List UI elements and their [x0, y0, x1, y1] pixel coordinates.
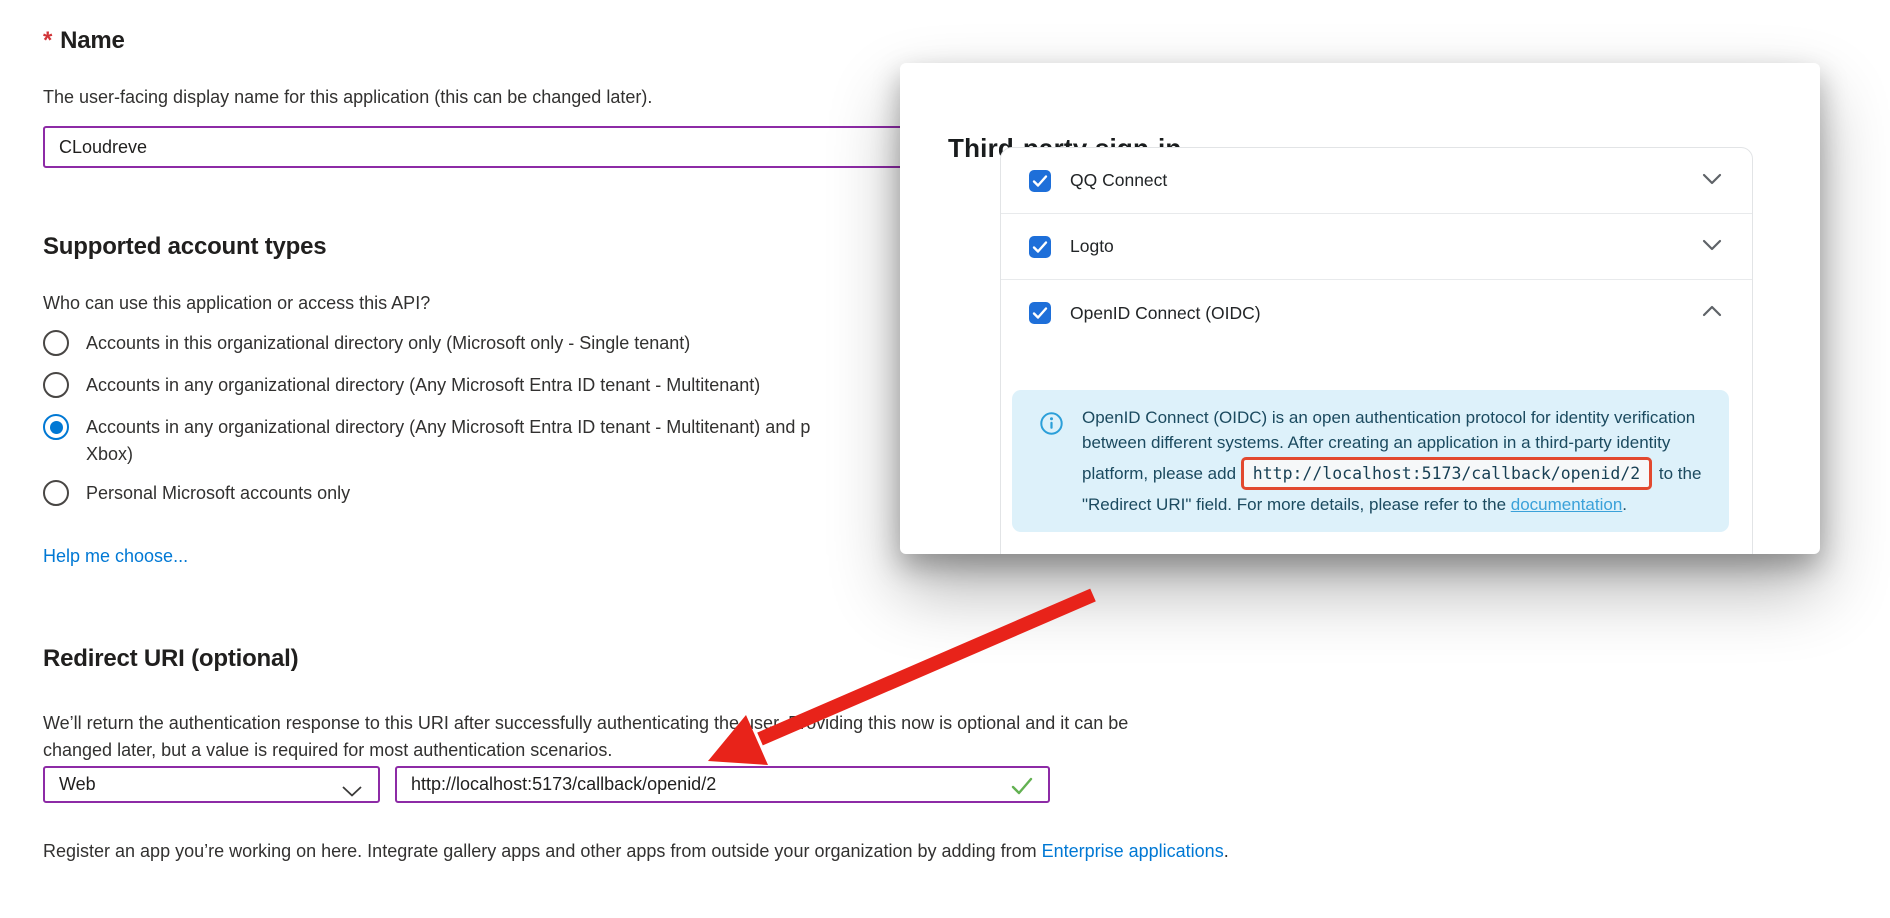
radio-label-line2: Xbox)	[86, 441, 810, 468]
redirect-uri-heading: Redirect URI (optional)	[43, 645, 298, 673]
oidc-info-callout: OpenID Connect (OIDC) is an open authent…	[1012, 390, 1729, 532]
checkbox-checked-icon[interactable]	[1029, 302, 1051, 324]
radio-circle-selected[interactable]	[43, 414, 69, 440]
app-name-value: CLoudreve	[59, 137, 147, 158]
radio-label: Personal Microsoft accounts only	[86, 480, 350, 507]
connector-label: Logto	[1070, 236, 1114, 257]
oidc-info-text: OpenID Connect (OIDC) is an open authent…	[1082, 405, 1705, 517]
checkbox-checked-icon[interactable]	[1029, 170, 1051, 192]
app-registration-page: * Name The user-facing display name for t…	[0, 0, 1890, 918]
checkbox-checked-icon[interactable]	[1029, 236, 1051, 258]
platform-select-value: Web	[59, 774, 96, 795]
radio-dot	[50, 421, 63, 434]
valid-checkmark-icon	[1010, 776, 1034, 801]
third-party-sign-in-panel: Third-party sign-in QQ Connect Logto	[900, 63, 1820, 554]
radio-option-personal-only[interactable]: Personal Microsoft accounts only	[43, 480, 350, 507]
radio-label: Accounts in any organizational directory…	[86, 372, 760, 399]
callback-url-highlight: http://localhost:5173/callback/openid/2	[1241, 457, 1652, 490]
name-field-heading: * Name	[43, 27, 125, 55]
footer-note: Register an app you’re working on here. …	[43, 838, 1229, 865]
footer-text-after: .	[1224, 841, 1229, 861]
chevron-down-icon	[342, 781, 362, 802]
platform-select[interactable]: Web	[43, 766, 380, 803]
connector-row-logto[interactable]: Logto	[1001, 214, 1752, 280]
enterprise-applications-link[interactable]: Enterprise applications	[1042, 841, 1224, 861]
footer-text-before: Register an app you’re working on here. …	[43, 841, 1042, 861]
redirect-uri-description: We’ll return the authentication response…	[43, 710, 1128, 764]
connector-row-oidc[interactable]: OpenID Connect (OIDC)	[1001, 280, 1752, 346]
connectors-card: QQ Connect Logto OpenID Connect (OIDC)	[1000, 147, 1753, 554]
connector-label: QQ Connect	[1070, 170, 1167, 191]
redirect-uri-description-line2: changed later, but a value is required f…	[43, 737, 1128, 764]
chevron-up-icon[interactable]	[1702, 304, 1722, 322]
documentation-link[interactable]: documentation	[1511, 495, 1623, 514]
help-me-choose-link[interactable]: Help me choose...	[43, 546, 188, 567]
radio-circle[interactable]	[43, 480, 69, 506]
connector-row-qq-connect[interactable]: QQ Connect	[1001, 148, 1752, 214]
info-icon	[1039, 411, 1064, 441]
radio-option-multitenant-personal[interactable]: Accounts in any organizational directory…	[43, 414, 810, 468]
radio-circle[interactable]	[43, 372, 69, 398]
radio-option-multitenant[interactable]: Accounts in any organizational directory…	[43, 372, 760, 399]
info-text-after: .	[1622, 495, 1627, 514]
account-types-question: Who can use this application or access t…	[43, 290, 430, 317]
redirect-uri-input[interactable]: http://localhost:5173/callback/openid/2	[395, 766, 1050, 803]
name-heading-text: Name	[60, 27, 125, 54]
chevron-down-icon[interactable]	[1702, 172, 1722, 190]
radio-label: Accounts in any organizational directory…	[86, 414, 810, 468]
redirect-uri-value: http://localhost:5173/callback/openid/2	[411, 774, 716, 795]
redirect-uri-description-line1: We’ll return the authentication response…	[43, 710, 1128, 737]
radio-circle[interactable]	[43, 330, 69, 356]
chevron-down-icon[interactable]	[1702, 238, 1722, 256]
name-field-description: The user-facing display name for this ap…	[43, 84, 652, 111]
account-types-heading: Supported account types	[43, 233, 326, 261]
required-asterisk: *	[43, 27, 52, 54]
connector-label: OpenID Connect (OIDC)	[1070, 303, 1261, 324]
radio-option-single-tenant[interactable]: Accounts in this organizational director…	[43, 330, 690, 357]
radio-label-line1: Accounts in any organizational directory…	[86, 414, 810, 441]
radio-label: Accounts in this organizational director…	[86, 330, 690, 357]
